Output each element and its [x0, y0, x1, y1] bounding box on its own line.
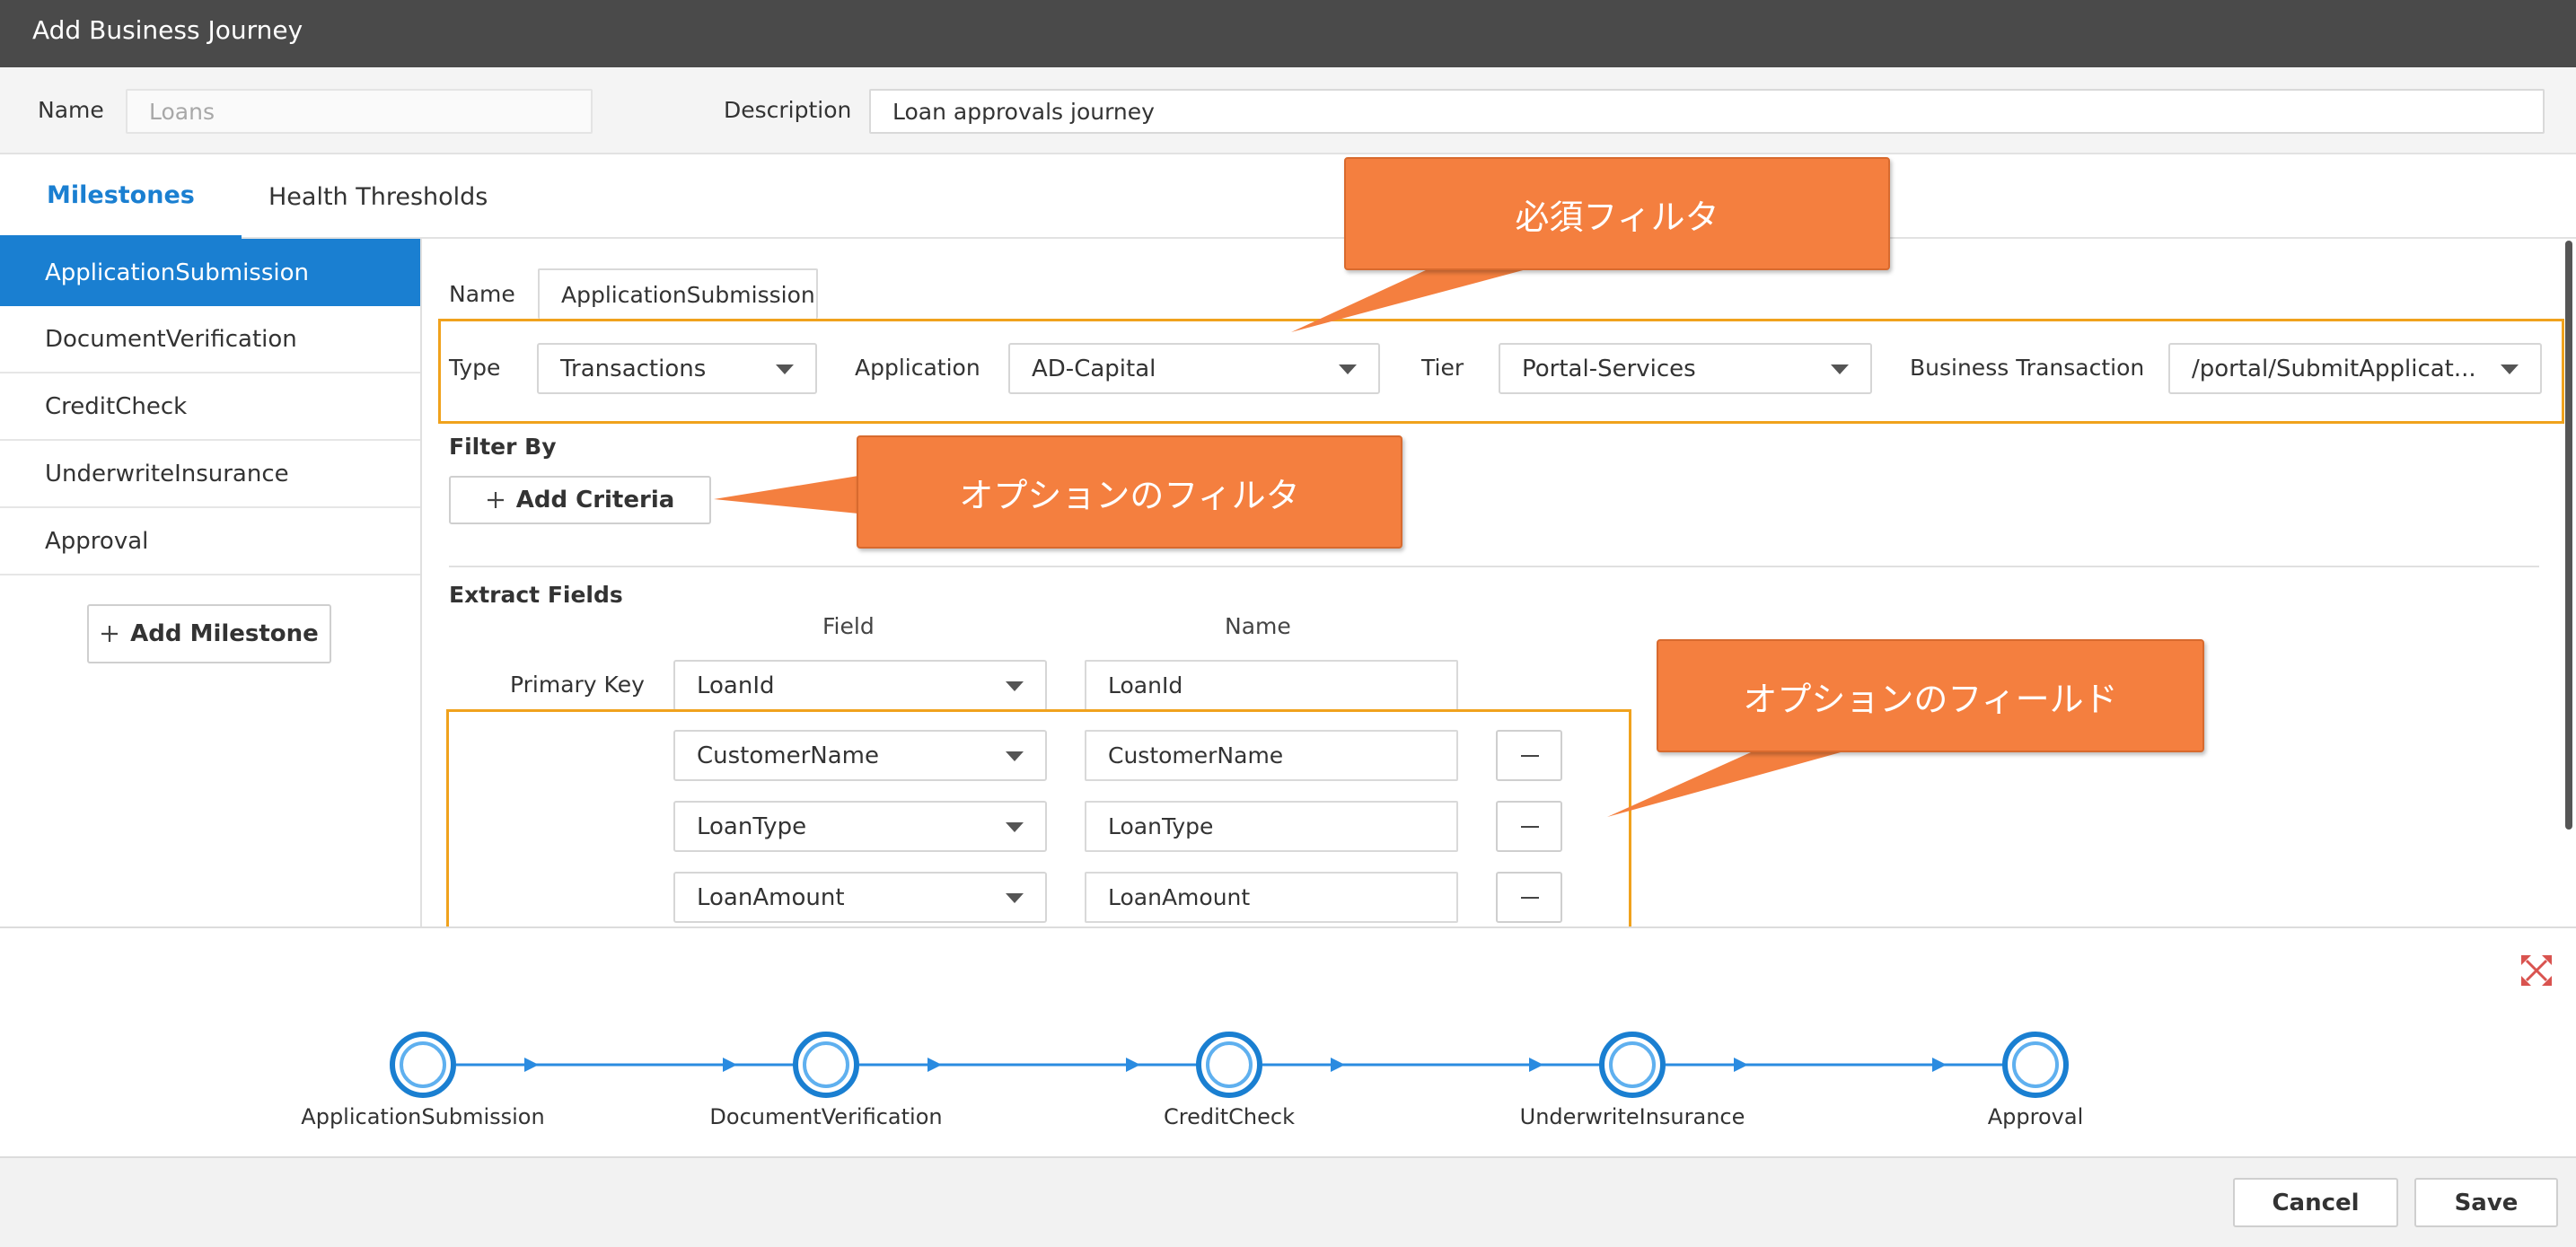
flow-arrow: [723, 1058, 737, 1072]
optional-filter-callout: オプションのフィルタ: [857, 435, 1402, 549]
optional-fields-callout: オプションのフィールド: [1657, 639, 2204, 752]
flow-node-label: Approval: [1987, 1104, 2084, 1129]
flow-node-approval[interactable]: [2002, 1032, 2069, 1098]
cancel-button[interactable]: Cancel: [2233, 1178, 2398, 1227]
flow-arrow: [1126, 1058, 1140, 1072]
journey-flow: ApplicationSubmission DocumentVerificati…: [0, 926, 2576, 1158]
flow-arrow: [1734, 1058, 1748, 1072]
dialog-footer: Cancel Save: [0, 1158, 2576, 1247]
flow-node-applicationsubmission[interactable]: [390, 1032, 456, 1098]
flow-node-underwriteinsurance[interactable]: [1599, 1032, 1666, 1098]
flow-node-label: UnderwriteInsurance: [1519, 1104, 1745, 1129]
flow-node-label: DocumentVerification: [709, 1104, 943, 1129]
flow-arrow: [1932, 1058, 1947, 1072]
flow-node-creditcheck[interactable]: [1196, 1032, 1262, 1098]
flow-arrow: [524, 1058, 539, 1072]
flow-arrow: [1331, 1058, 1345, 1072]
required-filter-callout: 必須フィルタ: [1344, 157, 1890, 270]
flow-node-documentverification[interactable]: [793, 1032, 859, 1098]
callout-pointer: [1607, 752, 1841, 817]
flow-arrow: [928, 1058, 942, 1072]
flow-node-label: ApplicationSubmission: [301, 1104, 545, 1129]
callout-pointer: [714, 476, 858, 514]
flow-arrow: [1529, 1058, 1543, 1072]
callout-pointer: [1291, 269, 1526, 332]
expand-icon[interactable]: [2519, 953, 2554, 988]
save-button[interactable]: Save: [2414, 1178, 2558, 1227]
flow-node-label: CreditCheck: [1163, 1104, 1296, 1129]
